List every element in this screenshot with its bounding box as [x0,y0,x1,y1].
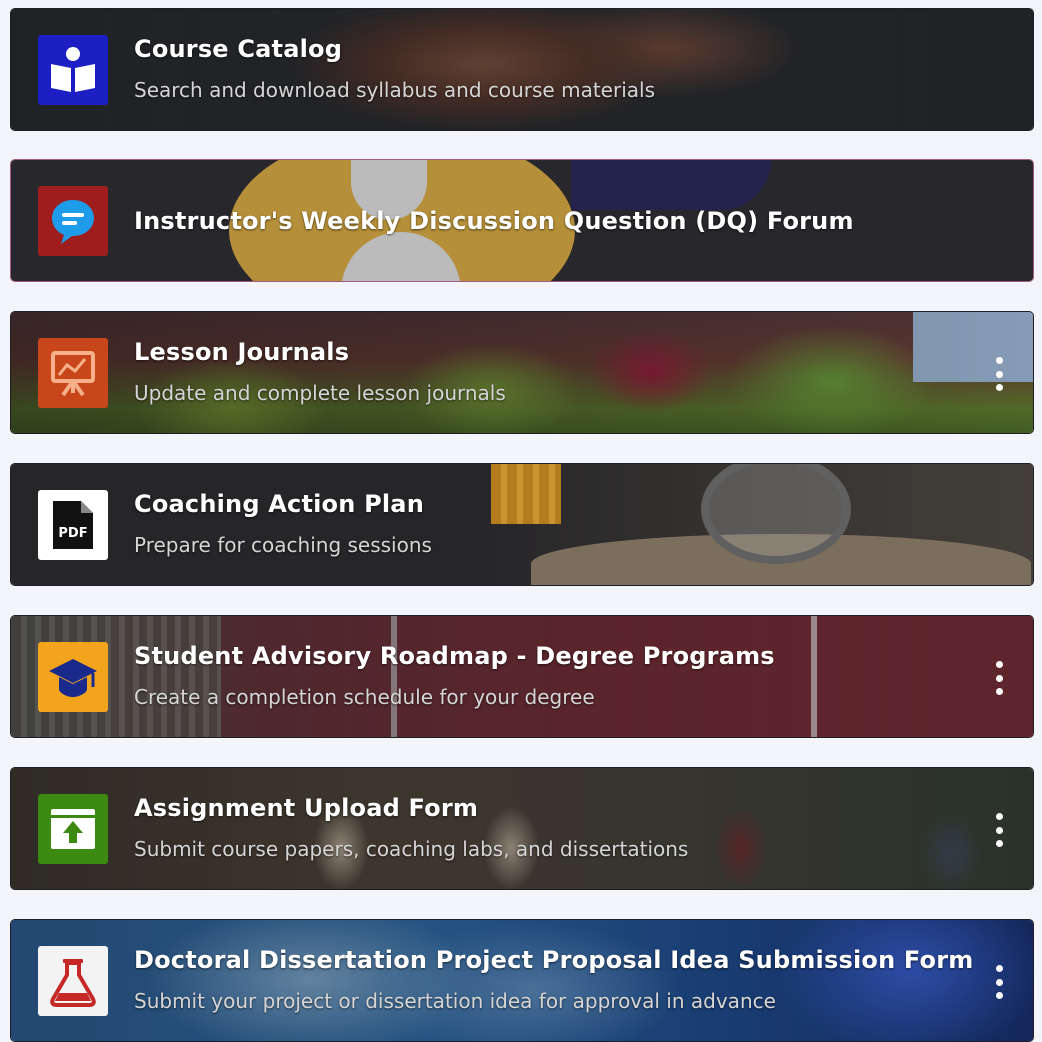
card-menu-kebab-icon[interactable] [993,661,1005,695]
card-title: Assignment Upload Form [134,794,479,822]
course-catalog-card[interactable]: Course Catalog Search and download sylla… [10,8,1034,131]
chat-icon-box [38,186,108,256]
card-title: Instructor's Weekly Discussion Question … [134,207,854,235]
card-menu-kebab-icon[interactable] [993,357,1005,391]
pdf-icon-box: PDF [38,490,108,560]
card-overlay [11,768,1033,889]
lesson-journals-card[interactable]: Lesson Journals Update and complete less… [10,311,1034,434]
card-title: Course Catalog [134,35,343,63]
dq-forum-card[interactable]: Instructor's Weekly Discussion Question … [10,159,1034,282]
card-overlay [11,920,1033,1041]
upload-icon-box [38,794,108,864]
flask-icon [50,959,96,1007]
doctoral-dissertation-card[interactable]: Doctoral Dissertation Project Proposal I… [10,919,1034,1042]
card-subtitle: Search and download syllabus and course … [134,78,655,102]
open-book-reader-icon [51,47,95,92]
card-menu-kebab-icon[interactable] [993,965,1005,999]
card-overlay [11,464,1033,585]
chat-bubble-icon [52,200,94,244]
presentation-board-icon [51,351,95,397]
card-title: Lesson Journals [134,338,350,366]
graduation-icon-box [38,642,108,712]
assignment-upload-card[interactable]: Assignment Upload Form Submit course pap… [10,767,1034,890]
presentation-icon-box [38,338,108,408]
card-subtitle: Submit course papers, coaching labs, and… [134,837,689,861]
card-subtitle: Create a completion schedule for your de… [134,685,595,709]
card-title: Doctoral Dissertation Project Proposal I… [134,946,974,974]
student-advisory-roadmap-card[interactable]: Student Advisory Roadmap - Degree Progra… [10,615,1034,738]
card-overlay [11,9,1033,130]
card-menu-kebab-icon[interactable] [993,813,1005,847]
card-subtitle: Prepare for coaching sessions [134,533,432,557]
book-reader-icon-box [38,35,108,105]
card-subtitle: Update and complete lesson journals [134,381,506,405]
svg-text:PDF: PDF [58,526,87,541]
coaching-action-plan-card[interactable]: PDF Coaching Action Plan Prepare for coa… [10,463,1034,586]
flask-icon-box [38,946,108,1016]
upload-icon [51,809,95,849]
card-overlay [11,616,1033,737]
card-overlay [11,312,1033,433]
graduation-cap-icon [49,659,97,697]
card-subtitle: Submit your project or dissertation idea… [134,989,776,1013]
pdf-file-icon: PDF [53,501,93,549]
card-title: Student Advisory Roadmap - Degree Progra… [134,642,775,670]
card-title: Coaching Action Plan [134,490,424,518]
